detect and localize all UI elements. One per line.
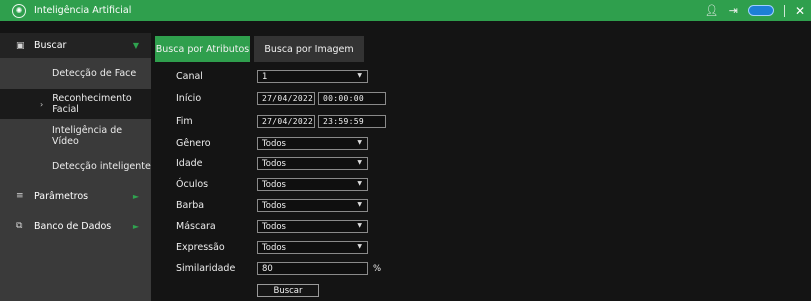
fim-date-field[interactable]: 27/04/2022: [257, 115, 315, 128]
genero-label: Gênero: [176, 138, 211, 149]
dropdown-arrow-icon: ▼: [357, 72, 362, 79]
percent-unit: %: [373, 264, 382, 274]
sidebar: ▣ Buscar ▼ Detecção de Face › Reconhecim…: [0, 33, 151, 301]
sidebar-item-label: Parâmetros: [34, 190, 89, 202]
tab-busca-atributos[interactable]: Busca por Atributos: [155, 36, 250, 62]
sidebar-item-label: Banco de Dados: [34, 220, 112, 232]
submenu-item-deteccao-face[interactable]: Detecção de Face: [0, 58, 151, 89]
database-icon: ⧉: [16, 221, 23, 231]
sidebar-item-banco-dados[interactable]: ⧉ Banco de Dados ►: [0, 211, 151, 241]
inicio-label: Início: [176, 93, 202, 104]
title-bar: ✺ Inteligência Artificial 👤︎ ⇥ ✕: [0, 0, 811, 21]
submenu-item-inteligencia-video[interactable]: Inteligência de Vídeo: [0, 119, 151, 152]
dropdown-arrow-icon: ▼: [357, 243, 362, 250]
idade-value: Todos: [262, 158, 286, 169]
dropdown-arrow-icon: ▼: [357, 180, 362, 187]
canal-value: 1: [262, 71, 268, 82]
dropdown-arrow-icon: ▼: [357, 201, 362, 208]
submenu-item-label: Reconhecimento Facial: [52, 93, 132, 115]
search-folder-icon: ▣: [16, 40, 25, 51]
chevron-right-icon: ›: [40, 99, 44, 109]
mascara-value: Todos: [262, 221, 286, 232]
idade-select[interactable]: Todos ▼: [257, 157, 368, 170]
cloud-icon[interactable]: [747, 5, 774, 16]
submenu-item-label: Detecção inteligente: [52, 161, 151, 172]
mascara-label: Máscara: [176, 221, 216, 232]
chevron-right-icon: ►: [132, 191, 139, 201]
similaridade-input[interactable]: 80: [257, 262, 368, 275]
oculos-label: Óculos: [176, 179, 209, 190]
dropdown-arrow-icon: ▼: [357, 139, 362, 146]
canal-label: Canal: [176, 71, 203, 82]
ai-brain-icon: ✺: [12, 3, 26, 18]
inicio-time-field[interactable]: 00:00:00: [318, 92, 386, 105]
chevron-down-icon: ▼: [132, 41, 139, 50]
expressao-select[interactable]: Todos ▼: [257, 241, 368, 254]
canal-select[interactable]: 1 ▼: [257, 70, 368, 83]
similaridade-label: Similaridade: [176, 263, 236, 274]
genero-select[interactable]: Todos ▼: [257, 137, 368, 150]
sidebar-item-parametros[interactable]: ≡ Parâmetros ►: [0, 181, 151, 211]
buscar-button[interactable]: Buscar: [257, 284, 319, 297]
dropdown-arrow-icon: ▼: [357, 222, 362, 229]
genero-value: Todos: [262, 138, 286, 149]
window-title: Inteligência Artificial: [34, 5, 132, 16]
close-icon[interactable]: ✕: [795, 4, 805, 18]
inicio-date-field[interactable]: 27/04/2022: [257, 92, 315, 105]
logout-icon[interactable]: ⇥: [729, 5, 738, 16]
mascara-select[interactable]: Todos ▼: [257, 220, 368, 233]
divider: [783, 4, 785, 17]
chevron-right-icon: ►: [132, 221, 139, 231]
submenu-item-label: Inteligência de Vídeo: [52, 124, 123, 147]
submenu-item-label: Detecção de Face: [52, 68, 137, 79]
idade-label: Idade: [176, 158, 203, 169]
sidebar-item-buscar[interactable]: ▣ Buscar ▼: [0, 33, 151, 58]
oculos-select[interactable]: Todos ▼: [257, 178, 368, 191]
sidebar-item-label: Buscar: [34, 40, 67, 51]
tab-busca-imagem[interactable]: Busca por Imagem: [254, 36, 364, 62]
fim-label: Fim: [176, 116, 193, 127]
barba-value: Todos: [262, 200, 286, 211]
expressao-label: Expressão: [176, 242, 225, 253]
user-settings-icon[interactable]: 👤︎: [705, 5, 719, 16]
dropdown-arrow-icon: ▼: [357, 159, 362, 166]
tab-bar: Busca por Atributos Busca por Imagem: [155, 36, 364, 62]
barba-select[interactable]: Todos ▼: [257, 199, 368, 212]
oculos-value: Todos: [262, 179, 286, 190]
barba-label: Barba: [176, 200, 205, 211]
submenu-item-deteccao-inteligente[interactable]: Detecção inteligente: [0, 152, 151, 181]
expressao-value: Todos: [262, 242, 286, 253]
fim-time-field[interactable]: 23:59:59: [318, 115, 386, 128]
list-icon: ≡: [16, 191, 24, 201]
submenu-item-reconhecimento-facial[interactable]: › Reconhecimento Facial: [0, 89, 151, 119]
titlebar-controls: 👤︎ ⇥ ✕: [705, 0, 805, 21]
